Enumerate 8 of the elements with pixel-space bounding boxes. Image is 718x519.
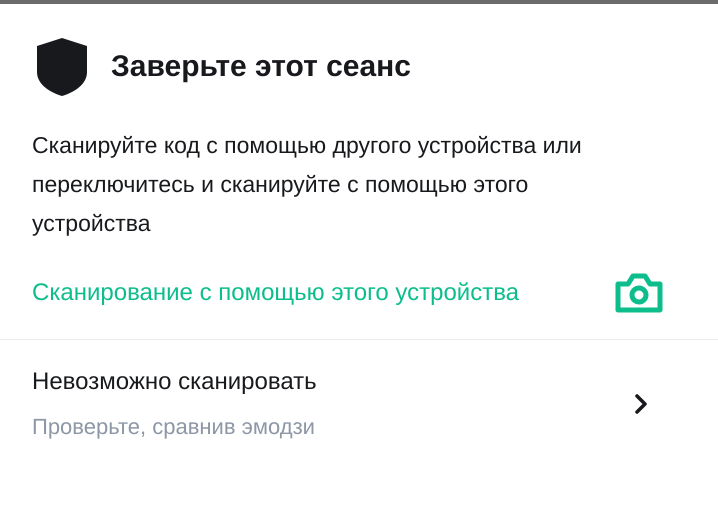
cannot-scan-title: Невозможно сканировать [32, 367, 317, 397]
cannot-scan-subtitle: Проверьте, сравнив эмодзи [32, 413, 316, 441]
cannot-scan-row[interactable]: Невозможно сканировать Проверьте, сравнив эмодзи [0, 340, 718, 442]
dialog-title: Заверьте этот сеанс [111, 52, 411, 82]
chevron-right-icon [634, 393, 648, 415]
camera-icon[interactable] [614, 273, 664, 313]
shield-icon [37, 38, 87, 96]
description-text: Сканируйте код с помощью другого устройства или переключитесь и сканируйте с помощью этого устройства [31, 131, 583, 238]
